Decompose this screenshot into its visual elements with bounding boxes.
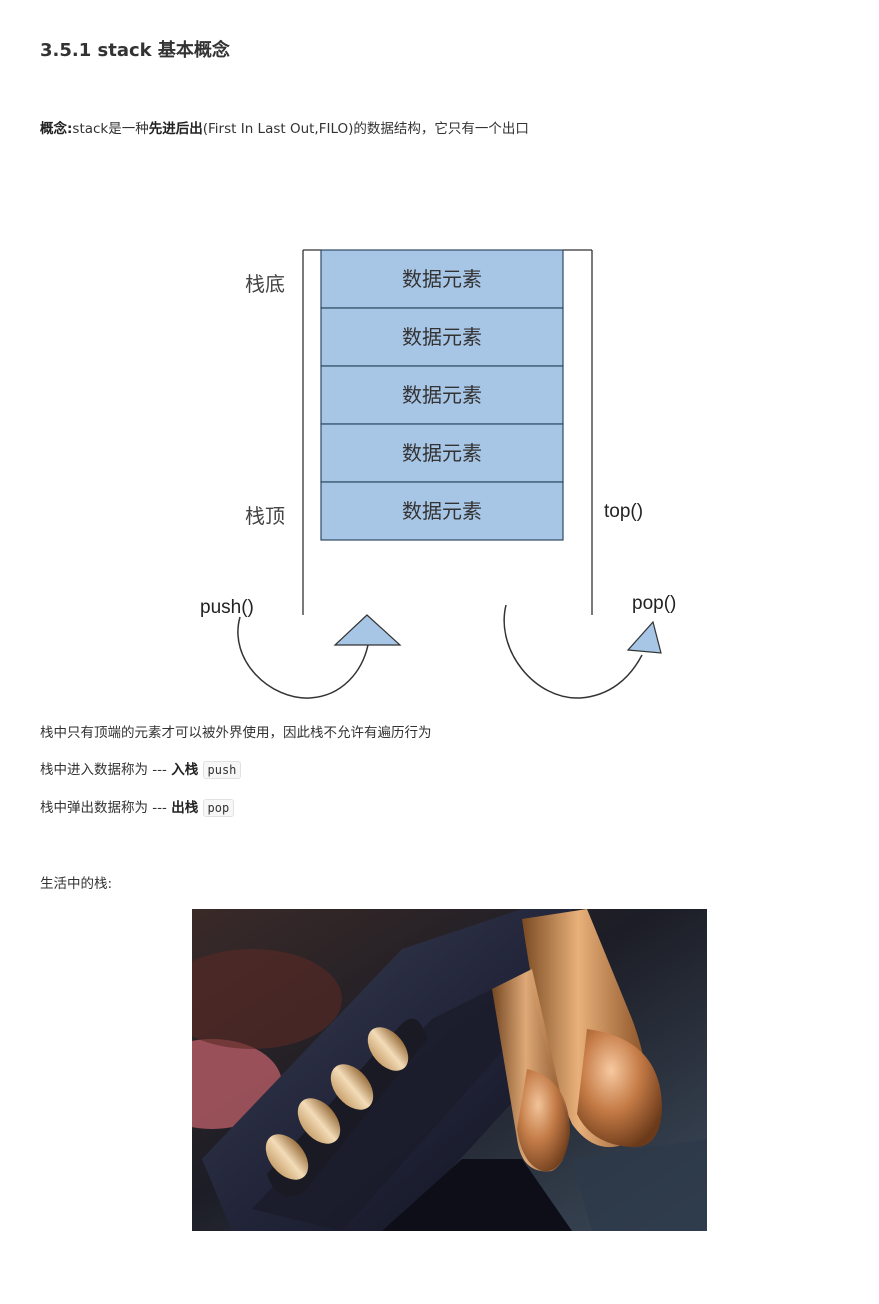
stack-cell-label: 数据元素 <box>402 499 482 523</box>
stack-top-label: 栈顶 <box>245 504 285 528</box>
pop-description-text: 栈中弹出数据称为 --- <box>40 800 172 816</box>
pop-description-bold: 出栈 <box>171 800 199 816</box>
stack-cells: 数据元素 数据元素 数据元素 数据元素 数据元素 <box>320 249 564 541</box>
push-arrow-head <box>333 614 402 646</box>
concept-bold: 先进后出 <box>148 121 203 137</box>
concept-label: 概念: <box>40 121 73 137</box>
pop-function-label: pop() <box>632 593 676 614</box>
traversal-note: 栈中只有顶端的元素才可以被外界使用，因此栈不允许有遍历行为 <box>40 725 432 741</box>
concept-text-2: (First In Last Out,FILO)的数据结构，它只有一个出口 <box>202 121 529 137</box>
stack-cell-label: 数据元素 <box>402 267 482 291</box>
push-description-bold: 入栈 <box>171 762 199 778</box>
push-arrow-curve <box>237 616 369 699</box>
pop-description: 栈中弹出数据称为 --- 出栈 pop <box>40 798 235 818</box>
push-description-text: 栈中进入数据称为 --- <box>40 762 172 778</box>
concept-paragraph: 概念:stack是一种先进后出(First In Last Out,FILO)的… <box>40 119 529 139</box>
push-description: 栈中进入数据称为 --- 入栈 push <box>40 760 242 780</box>
top-function-label: top() <box>604 501 643 522</box>
stack-cell-label: 数据元素 <box>402 383 482 407</box>
pop-arrow-head <box>626 620 662 654</box>
push-function-label: push() <box>200 597 254 618</box>
stack-cell-label: 数据元素 <box>402 325 482 349</box>
magazine-illustration <box>192 909 707 1231</box>
pop-arrow-curve <box>503 604 643 699</box>
stack-diagram: 数据元素 数据元素 数据元素 数据元素 数据元素 栈底 栈顶 top() pus… <box>200 249 676 699</box>
concept-text-1: stack是一种 <box>72 121 149 137</box>
stack-cell-label: 数据元素 <box>402 441 482 465</box>
section-heading: 3.5.1 stack 基本概念 <box>40 40 230 61</box>
magazine-photo <box>192 909 707 1231</box>
life-example-label: 生活中的栈: <box>40 876 113 892</box>
stack-bottom-label: 栈底 <box>245 272 285 296</box>
document-page: 3.5.1 stack 基本概念 概念:stack是一种先进后出(First I… <box>0 0 879 1304</box>
pop-code: pop <box>202 799 235 817</box>
push-code: push <box>202 761 242 779</box>
